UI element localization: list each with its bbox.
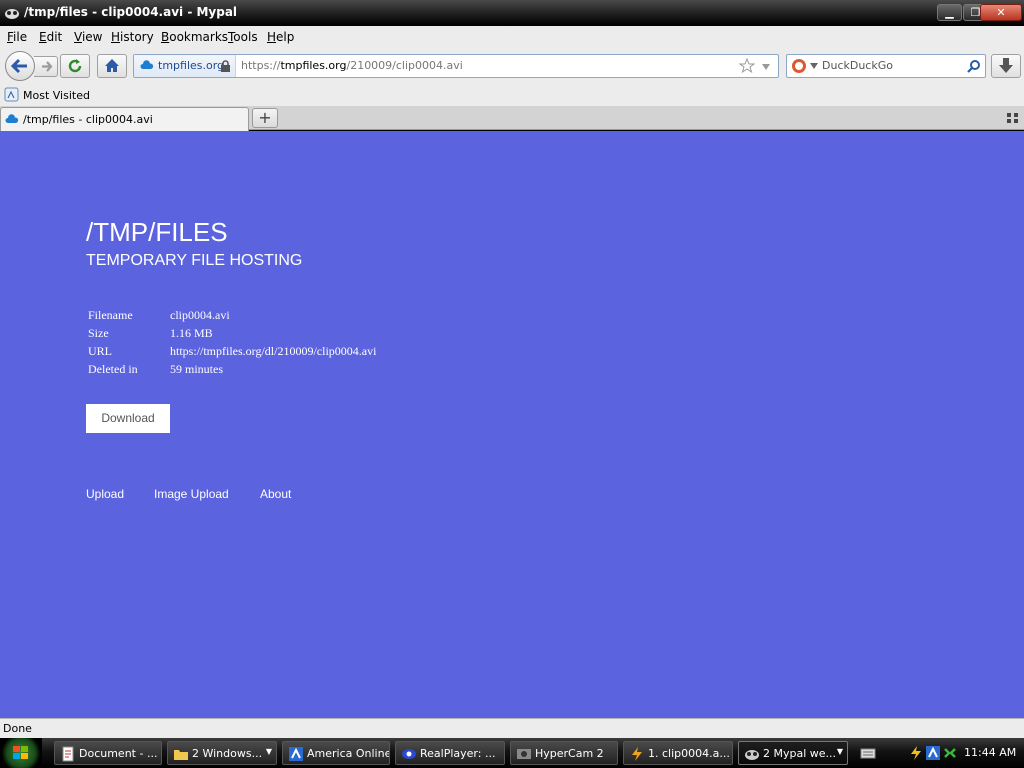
taskbar-item-mypal[interactable]: 2 Mypal we... ▼ (738, 741, 848, 765)
url-text[interactable]: https://tmpfiles.org/210009/clip0004.avi (241, 59, 463, 72)
winamp-icon (632, 747, 642, 761)
tray-aol-icon[interactable] (925, 745, 941, 761)
taskbar-item-aol[interactable]: America Online (282, 741, 390, 765)
tray-network-icon[interactable] (942, 745, 958, 761)
bookmark-star-icon[interactable] (739, 58, 755, 74)
menu-view[interactable]: View (74, 30, 102, 44)
taskbar-item-realplayer[interactable]: RealPlayer: ... (395, 741, 505, 765)
group-arrow-icon: ▼ (836, 747, 843, 756)
table-row: URL https://tmpfiles.org/dl/210009/clip00… (86, 342, 378, 360)
taskbar: Document - ... 2 Windows... ▼ America On… (0, 738, 1024, 768)
status-bar: Done (0, 718, 1024, 738)
home-button[interactable] (97, 54, 127, 78)
group-arrow-icon: ▼ (265, 747, 272, 756)
menu-tools[interactable]: Tools (228, 30, 258, 44)
page-subtitle: TEMPORARY FILE HOSTING (86, 252, 303, 269)
table-row: Deleted in 59 minutes (86, 360, 378, 378)
hypercam-icon (517, 749, 531, 759)
file-info-table: Filename clip0004.avi Size 1.16 MB URL http… (86, 306, 378, 378)
menu-file[interactable]: File (7, 30, 27, 44)
table-row: Filename clip0004.avi (86, 306, 378, 324)
tab-cloud-icon (5, 114, 19, 123)
taskbar-item-hypercam[interactable]: HyperCam 2 (510, 741, 618, 765)
search-bar[interactable]: DuckDuckGo (786, 54, 986, 78)
reload-icon (68, 59, 82, 73)
upload-link[interactable]: Upload (86, 487, 124, 501)
status-text: Done (3, 722, 32, 735)
mypal-app-icon (5, 9, 19, 19)
search-engine-dropdown-icon[interactable] (810, 63, 818, 69)
tab-active[interactable]: /tmp/files - clip0004.avi (0, 107, 249, 131)
info-value: clip0004.avi (170, 307, 230, 322)
download-arrow-icon (999, 58, 1013, 73)
image-upload-link[interactable]: Image Upload (154, 487, 229, 501)
taskbar-item-document[interactable]: Document - ... (54, 741, 162, 765)
downloads-button[interactable] (991, 54, 1021, 78)
forward-button[interactable] (34, 56, 58, 77)
most-visited-bookmark[interactable]: Most Visited (23, 89, 90, 102)
document-icon (62, 746, 74, 762)
bookmarks-toolbar: Most Visited (0, 84, 1024, 106)
mypal-icon (745, 750, 759, 760)
realplayer-icon (402, 749, 416, 759)
menu-bookmarks[interactable]: Bookmarks (161, 30, 228, 44)
lock-icon (221, 60, 230, 72)
info-key: URL (88, 343, 112, 358)
page-title: /TMP/FILES (86, 217, 228, 247)
reload-button[interactable] (60, 54, 90, 78)
search-placeholder: DuckDuckGo (822, 59, 893, 72)
site-identity-button[interactable]: tmpfiles.org (134, 55, 236, 77)
menu-history[interactable]: History (111, 30, 154, 44)
info-key: Deleted in (88, 361, 138, 376)
info-value: https://tmpfiles.org/dl/210009/clip0004.… (170, 343, 377, 358)
url-dropdown-icon[interactable] (761, 63, 771, 71)
start-button[interactable] (0, 738, 42, 768)
back-button[interactable] (5, 51, 35, 81)
keyboard-icon[interactable] (860, 747, 876, 759)
forward-arrow-icon (42, 61, 53, 72)
home-icon (105, 59, 119, 72)
tab-title: /tmp/files - clip0004.avi (23, 113, 153, 126)
search-icon[interactable] (967, 59, 981, 73)
window-titlebar: /tmp/files - clip0004.avi - Mypal ▁ ❐ ✕ (0, 0, 1024, 26)
most-visited-icon (4, 87, 19, 102)
navigation-toolbar: tmpfiles.org https://tmpfiles.org/210009… (0, 48, 1024, 84)
back-arrow-icon (10, 58, 27, 74)
taskbar-item-winamp[interactable]: 1. clip0004.a... (623, 741, 733, 765)
info-value: 59 minutes (170, 361, 223, 376)
windows-logo-icon (13, 746, 28, 759)
about-link[interactable]: About (260, 487, 291, 501)
tab-list-icon[interactable] (1006, 112, 1020, 124)
page-content: /TMP/FILES TEMPORARY FILE HOSTING Filena… (0, 131, 1024, 718)
tab-strip: /tmp/files - clip0004.avi + (0, 106, 1024, 131)
download-button[interactable]: Download (86, 404, 170, 433)
menu-help[interactable]: Help (267, 30, 294, 44)
cloud-icon (140, 60, 154, 69)
table-row: Size 1.16 MB (86, 324, 378, 342)
aol-icon (289, 747, 303, 761)
info-key: Size (88, 325, 109, 340)
info-key: Filename (88, 307, 133, 322)
menu-edit[interactable]: Edit (39, 30, 62, 44)
duckduckgo-icon (792, 59, 806, 73)
taskbar-item-windows[interactable]: 2 Windows... ▼ (167, 741, 277, 765)
tray-flash-icon[interactable] (908, 745, 924, 761)
window-title: /tmp/files - clip0004.avi - Mypal (24, 5, 238, 19)
close-button[interactable]: ✕ (980, 4, 1022, 21)
address-bar[interactable]: tmpfiles.org https://tmpfiles.org/210009… (133, 54, 779, 78)
info-value: 1.16 MB (170, 325, 213, 340)
new-tab-button[interactable]: + (252, 108, 278, 128)
site-identity-label: tmpfiles.org (158, 59, 225, 72)
menu-bar: File Edit View History Bookmarks Tools H… (0, 26, 1024, 48)
taskbar-clock[interactable]: 11:44 AM (964, 746, 1016, 759)
minimize-button[interactable]: ▁ (937, 4, 962, 21)
folder-icon (174, 750, 188, 760)
